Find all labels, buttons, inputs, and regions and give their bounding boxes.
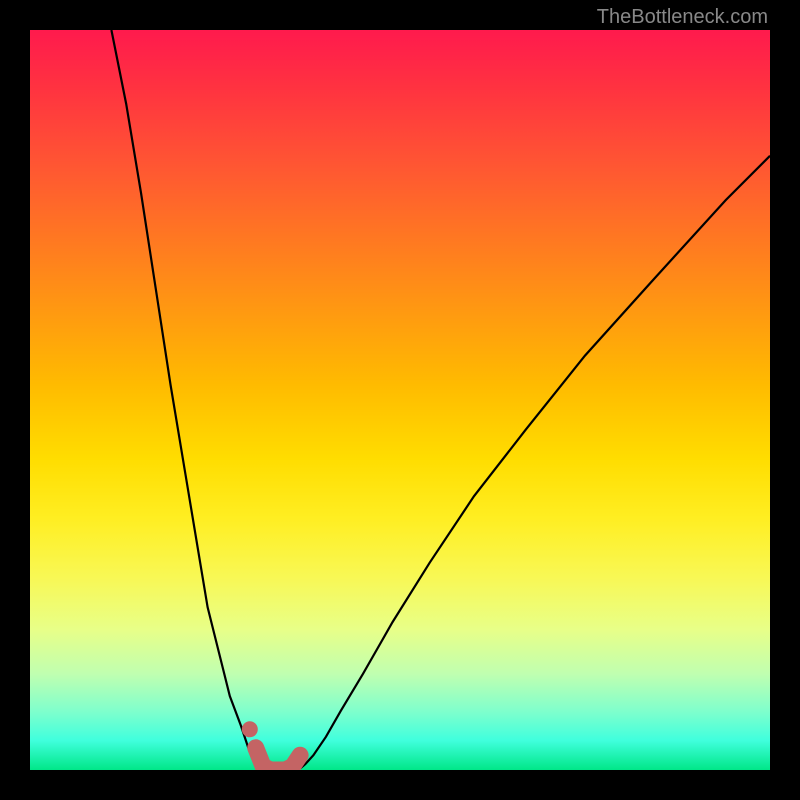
highlight-blob-layer [30,30,770,770]
attribution-text: TheBottleneck.com [597,6,768,29]
border-right [770,0,800,800]
highlight-blob [242,721,300,770]
border-bottom [0,770,800,800]
border-left [0,0,30,800]
